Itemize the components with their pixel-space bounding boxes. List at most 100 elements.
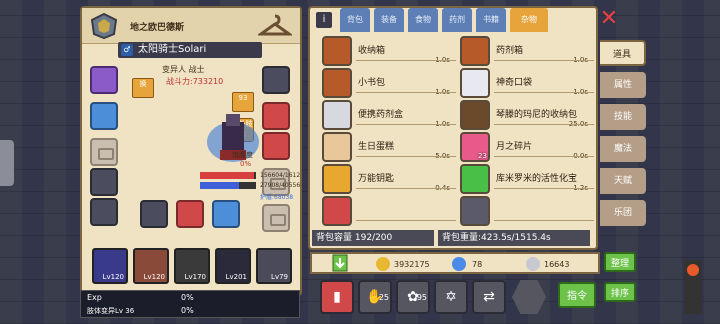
pet-level: Lv120	[102, 273, 124, 281]
item-name: 月之碎片	[496, 142, 533, 152]
combat-power: 战斗力:733210	[166, 77, 224, 86]
equip-slot-empty-right-2[interactable]	[262, 204, 290, 232]
right-tab-column: 道具属性技能魔法天赋乐团	[600, 40, 648, 240]
book-action-button[interactable]: ▮	[320, 280, 354, 314]
pet-slot[interactable]: Lv120	[92, 248, 128, 284]
character-class: 变异人 战士	[162, 65, 205, 74]
silver-coin-icon	[526, 257, 540, 271]
hp-bar	[200, 172, 256, 179]
paw-count: 95	[416, 293, 427, 302]
equip-slot-empty-left[interactable]	[90, 138, 118, 166]
pet-slot[interactable]: Lv170	[174, 248, 210, 284]
claw-action-button[interactable]: ✋ 25	[358, 280, 392, 314]
item-row[interactable]: 小书包 1.0s	[320, 68, 456, 98]
item-divider	[494, 220, 594, 221]
item-name: 便携药剂盒	[358, 110, 404, 120]
swap-tag[interactable]: 换	[132, 78, 154, 98]
hp-bar-fill	[200, 172, 255, 179]
equip-slot-left-1[interactable]	[90, 102, 118, 130]
equip-slot-helmet[interactable]	[90, 66, 118, 94]
item-row[interactable]: 生日蛋糕 5.0s	[320, 132, 456, 162]
right-tab-5[interactable]: 乐团	[600, 200, 646, 226]
bag-tab-2[interactable]: 食物	[408, 8, 438, 32]
item-row[interactable]: 万能钥匙 0.4s	[320, 164, 456, 194]
item-divider	[356, 156, 456, 157]
limb-mutation-percent: 0%	[181, 306, 194, 315]
chest-icon	[322, 36, 352, 66]
bag-tabs: 背包 装备 食物 药剂 书籍 杂物	[340, 8, 548, 34]
equip-slot-sword[interactable]	[176, 200, 204, 228]
bag-tab-0[interactable]: 背包	[340, 8, 370, 32]
item-divider	[494, 156, 594, 157]
info-icon[interactable]: i	[316, 12, 332, 28]
gem-icon	[460, 164, 490, 194]
armor-value: 护盾:68038	[260, 194, 294, 201]
diamond-icon	[452, 257, 466, 271]
item-divider	[494, 124, 594, 125]
claw-count: 25	[378, 293, 389, 302]
xp-panel: Exp 0% 肢体变异Lv 36 0%	[80, 290, 300, 318]
command-button[interactable]: 指令	[558, 282, 596, 308]
item-row[interactable]: 琴滕的玛尼的收纳包 25.0s	[458, 100, 594, 130]
star-action-button[interactable]: ✡	[434, 280, 468, 314]
equip-slot-accessory[interactable]	[90, 198, 118, 226]
item-count: 23	[478, 152, 487, 160]
side-handle[interactable]	[0, 140, 14, 186]
medicine-box-icon	[322, 100, 352, 130]
item-divider	[356, 188, 456, 189]
item-divider	[494, 60, 594, 61]
pet-slot[interactable]: Lv201	[215, 248, 251, 284]
item-row[interactable]: 收纳箱 1.0s	[320, 36, 456, 66]
equip-slot-belt[interactable]	[262, 132, 290, 160]
silver-amount: 16643	[544, 260, 570, 269]
right-tab-1[interactable]: 属性	[600, 72, 646, 98]
character-panel: 地之欧巴德斯 ♂ 太阳骑士Solari 变异人 战士 战斗力:733210 换 …	[80, 6, 302, 296]
organize-button[interactable]: 整理	[604, 252, 636, 272]
item-row[interactable]: 神奇口袋 1.0s	[458, 68, 594, 98]
equip-slot-ring[interactable]	[262, 102, 290, 130]
item-name: 收纳箱	[358, 46, 386, 56]
item-row[interactable]: 便携药剂盒 1.0s	[320, 100, 456, 130]
bag-tab-5[interactable]: 杂物	[510, 8, 548, 32]
magic-pouch-icon	[460, 68, 490, 98]
item-icon	[460, 196, 490, 226]
bag-panel: i 背包 装备 食物 药剂 书籍 杂物 收纳箱 1.0s 小书包 1.0s 便携药剂盒 1.0s 生日…	[308, 6, 598, 250]
pet-slot[interactable]: Lv79	[256, 248, 292, 284]
item-divider	[494, 92, 594, 93]
item-row[interactable]	[458, 196, 594, 226]
item-divider	[356, 60, 456, 61]
item-name: 药剂箱	[496, 46, 524, 56]
character-name-bar: ♂ 太阳骑士Solari	[118, 42, 262, 58]
gold-coin-icon	[376, 257, 390, 271]
pet-slot[interactable]: Lv120	[133, 248, 169, 284]
equip-slot-fish[interactable]	[212, 200, 240, 228]
diamond-amount: 78	[472, 260, 483, 269]
exp-percent: 0%	[181, 293, 194, 302]
item-name: 琴滕的玛尼的收纳包	[496, 110, 578, 120]
bag-tab-1[interactable]: 装备	[374, 8, 404, 32]
satiety-label: 饱腹度	[232, 151, 253, 159]
item-row[interactable]: 库米罗米的活性化宝 1.2s	[458, 164, 594, 194]
bag-tab-4[interactable]: 书籍	[476, 8, 506, 32]
item-name: 万能钥匙	[358, 174, 395, 184]
hanger-icon[interactable]	[258, 12, 292, 38]
right-tab-4[interactable]: 天赋	[600, 168, 646, 194]
item-row[interactable]	[320, 196, 456, 226]
item-row[interactable]: 月之碎片 0.0s 23	[458, 132, 594, 162]
item-row[interactable]: 药剂箱 1.0s	[458, 36, 594, 66]
right-tab-3[interactable]: 魔法	[600, 136, 646, 162]
bag-tab-3[interactable]: 药剂	[442, 8, 472, 32]
sort-button[interactable]: 排序	[604, 282, 636, 302]
satiety-value: 0%	[240, 160, 252, 168]
paw-action-button[interactable]: ✿ 95	[396, 280, 430, 314]
item-divider	[356, 124, 456, 125]
right-tab-0[interactable]: 道具	[600, 40, 646, 66]
swap-action-button[interactable]: ⇄	[472, 280, 506, 314]
right-tab-2[interactable]: 技能	[600, 104, 646, 130]
download-icon[interactable]	[332, 254, 348, 272]
equip-slot-hammer[interactable]	[140, 200, 168, 228]
equip-slot-necklace[interactable]	[262, 66, 290, 94]
equip-slot-armor[interactable]	[90, 168, 118, 196]
close-icon[interactable]: ✕	[598, 8, 620, 30]
item-name: 库米罗米的活性化宝	[496, 174, 578, 184]
